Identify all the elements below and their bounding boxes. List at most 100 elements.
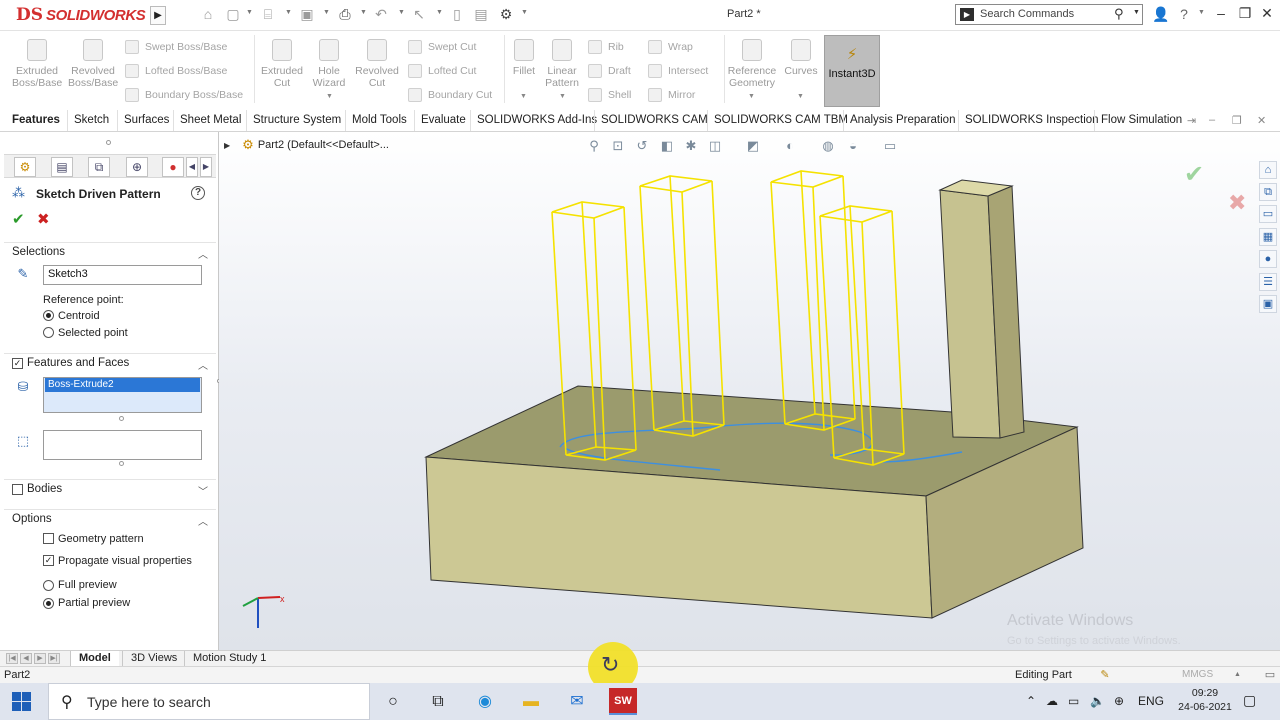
reference-sketch-field[interactable]: Sketch3 [43,265,202,285]
previous-view-icon[interactable]: ↺ [634,138,650,154]
edit-appearance-icon[interactable]: ◍ [820,138,836,154]
search-dropdown-icon[interactable]: ▼ [1133,9,1140,16]
home-icon[interactable]: ⌂ [199,6,217,22]
tab-first-icon[interactable]: |◀ [6,653,18,664]
list-resize-handle[interactable] [119,461,124,466]
curves-button[interactable]: Curves [781,39,821,77]
open-dropdown-icon[interactable]: ▼ [285,9,292,16]
tab-last-icon[interactable]: ▶| [48,653,60,664]
revolved-boss-button[interactable]: Revolved Boss/Base [68,39,118,89]
save-dropdown-icon[interactable]: ▼ [323,9,330,16]
feature-list-item[interactable]: Boss-Extrude2 [45,378,200,392]
solidworks-logo[interactable]: DS SOLIDWORKS [16,3,146,27]
shell-button[interactable]: Shell [588,88,631,102]
tab-3d-views[interactable]: 3D Views [122,651,185,666]
bodies-section-header[interactable]: Bodies [27,483,62,495]
help-dropdown-icon[interactable]: ▼ [1198,9,1205,16]
extruded-boss-button[interactable]: Extruded Boss/Base [12,39,62,89]
zoom-to-area-icon[interactable]: ⊡ [610,138,626,154]
options-dropdown-icon[interactable]: ▼ [521,9,528,16]
tab-sheet-metal[interactable]: Sheet Metal [173,110,247,131]
graphics-area[interactable]: x [219,132,1280,650]
lofted-cut-button[interactable]: Lofted Cut [408,64,476,78]
full-preview-radio[interactable] [43,580,54,591]
custom-properties-icon[interactable]: ☰ [1259,273,1277,291]
configuration-manager-tab-icon[interactable]: ⧉ [88,157,110,177]
options-gear-icon[interactable]: ⚙ [497,6,515,23]
model-view[interactable]: x [219,132,1280,650]
view-settings-icon[interactable]: ▭ [882,138,898,154]
tray-overflow-icon[interactable]: ⌃ [1026,694,1036,708]
tab-solidworks-add-ins[interactable]: SOLIDWORKS Add-Ins [470,110,603,131]
tray-cloud-icon[interactable]: ☁ [1046,694,1058,708]
file-explorer-taskbar-icon[interactable]: ▬ [517,688,545,715]
view-orientation-icon[interactable]: ◫ [707,138,723,154]
doc-restore-icon[interactable]: ❐ [1232,114,1242,127]
print-dropdown-icon[interactable]: ▼ [360,9,367,16]
help-icon[interactable]: ? [191,186,205,200]
boundary-cut-button[interactable]: Boundary Cut [408,88,492,102]
solidworks-taskbar-icon[interactable]: SW [609,688,637,715]
linear-pattern-button[interactable]: Linear Pattern [541,39,583,89]
tab-model[interactable]: Model [70,651,119,666]
cancel-x-icon[interactable]: ✖ [37,210,50,228]
apply-scene-icon[interactable]: ◒ [845,138,861,153]
view-palette-icon[interactable]: ▦ [1259,228,1277,246]
tab-features[interactable]: Features [6,110,66,131]
curves-dropdown-icon[interactable]: ▼ [797,93,804,100]
wrap-button[interactable]: Wrap [648,40,693,54]
feature-tree-flyout[interactable]: ▶ ⚙ Part2 (Default<<Default>... [224,137,389,153]
network-globe-icon[interactable]: ⊕ [1114,694,1124,708]
boundary-boss-button[interactable]: Boundary Boss/Base [125,88,243,102]
menu-expand-arrow-icon[interactable]: ▶ [150,6,166,25]
centroid-radio[interactable] [43,310,54,321]
cortana-icon[interactable]: ○ [379,688,407,715]
edge-browser-icon[interactable]: ◉ [471,688,499,715]
lofted-boss-button[interactable]: Lofted Boss/Base [125,64,227,78]
tab-solidworks-cam-tbm[interactable]: SOLIDWORKS CAM TBM [707,110,854,131]
ok-checkmark-icon[interactable]: ✔ [12,210,25,228]
tabs-overflow-icon[interactable]: ⇥ [1187,114,1196,127]
dimxpert-manager-tab-icon[interactable]: ⊕ [126,157,148,177]
close-icon[interactable]: ✕ [1258,5,1276,22]
hole-wizard-dropdown-icon[interactable]: ▼ [326,93,333,100]
tab-prev-icon[interactable]: ◀ [20,653,32,664]
tab-surfaces[interactable]: Surfaces [117,110,175,131]
swept-boss-button[interactable]: Swept Boss/Base [125,40,227,54]
intersect-button[interactable]: Intersect [648,64,708,78]
section-view-icon[interactable]: ◧ [659,138,675,154]
swept-cut-button[interactable]: Swept Cut [408,40,476,54]
select-arrow-icon[interactable]: ↖ [410,6,428,23]
user-account-icon[interactable]: 👤 [1152,6,1169,23]
tab-mold-tools[interactable]: Mold Tools [345,110,413,131]
select-dropdown-icon[interactable]: ▼ [436,9,443,16]
taskbar-search-box[interactable]: ⚲ Type here to search [48,683,370,720]
reference-geometry-dropdown-icon[interactable]: ▼ [748,93,755,100]
fillet-button[interactable]: Fillet [507,39,541,77]
reference-geometry-button[interactable]: Reference Geometry [727,39,777,89]
tab-structure-system[interactable]: Structure System [246,110,347,131]
tab-motion-study-1[interactable]: Motion Study 1 [184,651,274,666]
revolved-cut-button[interactable]: Revolved Cut [353,39,401,89]
instant3d-button[interactable]: ⚡ Instant3D [824,35,880,107]
unit-system[interactable]: MMGS [1182,669,1213,680]
confirm-corner-accept-icon[interactable]: ✔ [1184,160,1204,189]
options-section-header[interactable]: Options [12,513,52,525]
doc-minimize-icon[interactable]: – [1209,114,1215,126]
save-icon[interactable]: ▣ [298,6,316,23]
tab-analysis-preparation[interactable]: Analysis Preparation [843,110,961,131]
bodies-checkbox[interactable] [12,484,23,495]
display-manager-tab-icon[interactable]: ● [162,157,184,177]
tab-solidworks-inspection[interactable]: SOLIDWORKS Inspection [958,110,1105,131]
tabs-scroll-right-icon[interactable]: ▶ [200,157,212,177]
input-language[interactable]: ENG [1138,694,1164,708]
tab-next-icon[interactable]: ▶ [34,653,46,664]
file-properties-icon[interactable]: ▤ [472,6,490,23]
hide-show-items-icon[interactable]: ◐ [782,138,798,153]
appearances-icon[interactable]: ● [1259,250,1277,268]
volume-icon[interactable]: 🔈 [1090,694,1105,708]
pattern-instance-3[interactable] [770,170,856,431]
tabs-scroll-left-icon[interactable]: ◀ [186,157,198,177]
new-dropdown-icon[interactable]: ▼ [246,9,253,16]
new-document-icon[interactable]: ▢ [224,6,242,23]
